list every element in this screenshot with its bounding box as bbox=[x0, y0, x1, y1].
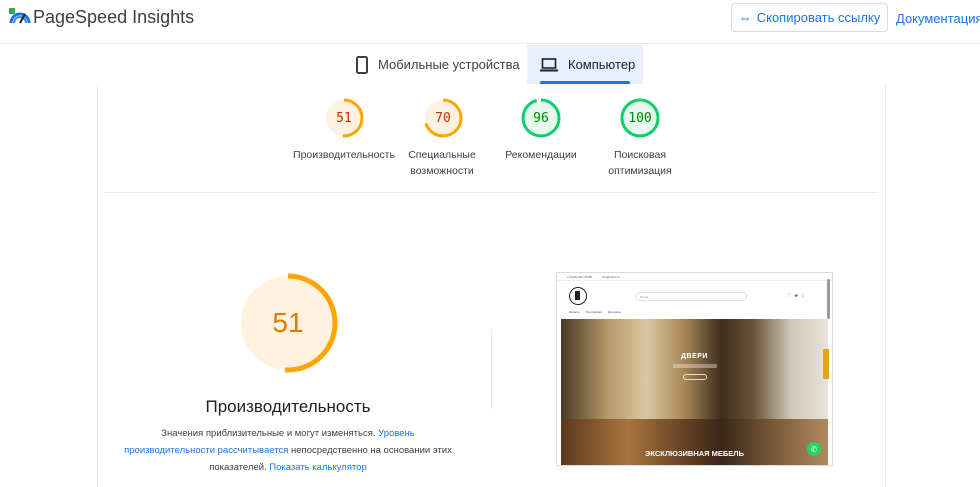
site-furniture-banner: ЭКСКЛЮЗИВНАЯ МЕБЕЛЬ ✆ bbox=[561, 419, 828, 465]
gauge-label-performance: Производительность bbox=[293, 149, 395, 161]
vertical-separator bbox=[491, 329, 492, 409]
gauge-performance[interactable]: 51 bbox=[324, 98, 364, 138]
site-header-icons: ♡♣♤ bbox=[787, 293, 809, 299]
site-hero-subtitle bbox=[673, 364, 717, 368]
site-phone: +7(926) 567-65-88 bbox=[567, 275, 592, 279]
gauge-seo[interactable]: 100 bbox=[620, 98, 660, 138]
site-scrollbar bbox=[827, 279, 830, 319]
app-title[interactable]: PageSpeed Insights bbox=[33, 7, 194, 28]
section-divider bbox=[104, 192, 878, 193]
site-hero-button bbox=[683, 374, 707, 380]
gauge-label-accessibility: Специальные возможности bbox=[408, 149, 476, 177]
tab-desktop-label: Компьютер bbox=[568, 57, 636, 72]
whatsapp-icon: ✆ bbox=[807, 442, 821, 456]
site-hero-title: ДВЕРИ bbox=[681, 353, 708, 360]
site-side-tab bbox=[823, 349, 829, 379]
performance-score-large: 51 bbox=[272, 307, 304, 338]
laptop-icon bbox=[540, 57, 558, 71]
site-hero-banner: ДВЕРИ bbox=[561, 319, 829, 419]
tab-mobile[interactable]: Мобильные устройства bbox=[346, 45, 530, 84]
copy-link-button[interactable]: ⇔ Скопировать ссылку bbox=[731, 3, 888, 32]
gauge-score: 96 bbox=[533, 110, 549, 126]
tab-desktop[interactable]: Компьютер bbox=[527, 45, 643, 84]
site-email: info@dveri.ru bbox=[601, 275, 620, 279]
site-search: Поиск bbox=[635, 292, 747, 301]
performance-title: Производительность bbox=[205, 397, 371, 416]
gauge-score: 51 bbox=[336, 110, 352, 126]
gauge-score: 100 bbox=[628, 110, 652, 126]
pagespeed-logo-icon[interactable] bbox=[9, 8, 31, 24]
smartphone-icon bbox=[356, 55, 368, 74]
show-calculator-link[interactable]: Показать калькулятор bbox=[269, 462, 366, 473]
link-icon: ⇔ bbox=[738, 10, 752, 25]
site-nav-item: Контакты bbox=[607, 310, 621, 314]
tab-mobile-label: Мобильные устройства bbox=[378, 57, 520, 72]
final-screenshot: +7(926) 567-65-88 info@dveri.ru Поиск ♡♣… bbox=[556, 272, 833, 466]
performance-gauge-large: 51 bbox=[237, 272, 339, 374]
site-nav-item: Каталог bbox=[569, 310, 580, 314]
gauge-score: 70 bbox=[435, 110, 451, 126]
site-logo-icon bbox=[569, 287, 587, 305]
copy-link-label: Скопировать ссылку bbox=[756, 10, 881, 25]
desc-text-1: Значения приблизительные и могут изменят… bbox=[161, 428, 379, 439]
site-nav: Каталог Портфолио Контакты bbox=[569, 310, 621, 314]
site-nav-item: Портфолио bbox=[585, 310, 602, 314]
gauge-label-best-practices: Рекомендации bbox=[505, 149, 577, 161]
documentation-link[interactable]: Документация bbox=[896, 11, 980, 26]
gauge-label-seo: Поисковая оптимизация bbox=[608, 149, 672, 177]
top-app-bar: PageSpeed Insights ⇔ Скопировать ссылку … bbox=[0, 0, 980, 44]
gauge-best-practices[interactable]: 96 bbox=[521, 98, 561, 138]
site-topbar: +7(926) 567-65-88 info@dveri.ru bbox=[557, 273, 832, 281]
site-furniture-title: ЭКСКЛЮЗИВНАЯ МЕБЕЛЬ bbox=[645, 449, 744, 458]
gauge-accessibility[interactable]: 70 bbox=[423, 98, 463, 138]
performance-description: Значения приблизительные и могут изменят… bbox=[124, 425, 452, 476]
